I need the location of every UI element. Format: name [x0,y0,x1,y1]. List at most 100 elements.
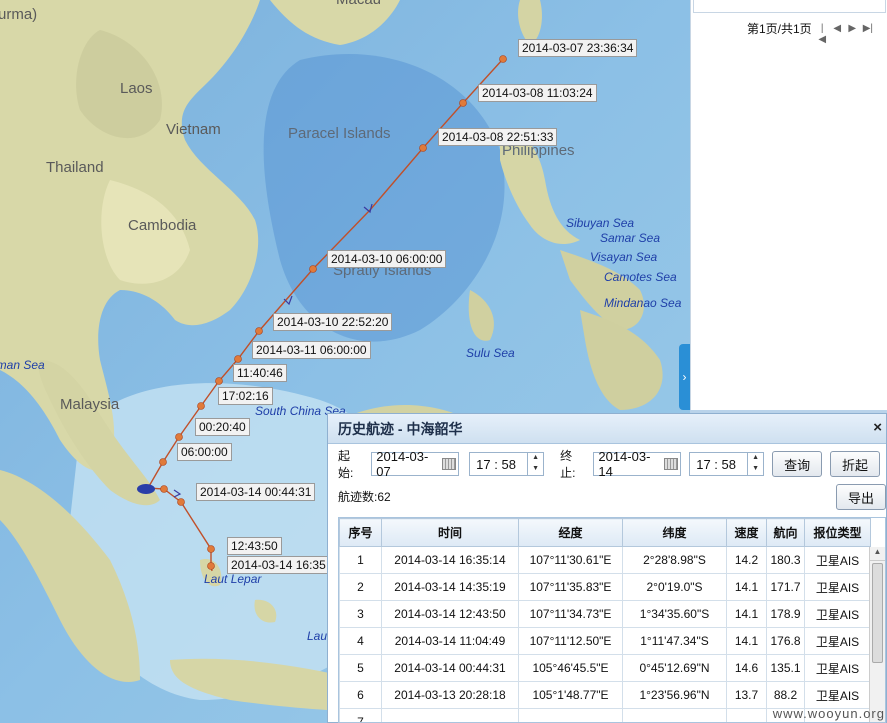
end-date-input[interactable]: 2014-03-14 [593,449,682,479]
table-cell: 105°46'45.5"E [518,654,623,682]
sea-label: Lau [307,629,328,643]
table-cell: 2 [339,573,382,601]
calendar-icon[interactable] [664,458,679,470]
query-button[interactable]: 查询 [772,451,823,477]
track-time-label: 2014-03-10 06:00:00 [327,250,447,268]
column-header[interactable]: 序号 [339,518,382,547]
sea-label: aman Sea [0,358,45,372]
table-cell: 171.7 [766,573,805,601]
sea-label: Mindanao Sea [604,296,682,310]
table-row[interactable]: 2 2014-03-14 14:35:19 107°11'35.83"E 2°0'19… [339,573,871,601]
table-row[interactable]: 1 2014-03-14 16:35:14 107°11'30.61"E 2°28'8… [339,546,871,574]
track-time-label: 2014-03-08 22:51:33 [438,128,558,146]
table-cell: 卫星AIS [804,546,871,574]
table-cell: 6 [339,681,382,709]
table-cell [622,708,727,722]
table-cell: 107°11'34.73"E [518,600,623,628]
column-header[interactable]: 航向 [766,518,805,547]
table-cell: 107°11'12.50"E [518,627,623,655]
table-row[interactable]: 6 2014-03-13 20:28:18 105°1'48.77"E 1°23'56… [339,681,871,709]
spin-down-icon[interactable]: ▼ [528,464,543,475]
track-time-label: 2014-03-11 06:00:00 [252,341,371,359]
column-header[interactable]: 纬度 [622,518,727,547]
time-spinner[interactable]: ▲ ▼ [527,453,543,475]
start-date-input[interactable]: 2014-03-07 [371,449,460,479]
table-cell: 2014-03-14 12:43:50 [381,600,519,628]
table-cell: 1°34'35.60"S [622,600,727,628]
result-side-panel: 第1页/共1页 |◀ ◀ ▶ ▶| [690,0,887,410]
table-cell: 1°11'47.34"S [622,627,727,655]
pager: 第1页/共1页 |◀ ◀ ▶ ▶| [747,20,873,45]
table-cell: 2014-03-14 00:44:31 [381,654,519,682]
table-cell: 卫星AIS [804,600,871,628]
export-button[interactable]: 导出 [836,484,886,510]
history-track-dialog: 历史航迹 - 中海韶华 × 起始: 2014-03-07 17 : 58 ▲ ▼ 终… [327,413,887,723]
column-header[interactable]: 经度 [518,518,623,547]
end-time-input[interactable]: 17 : 58 ▲ ▼ [689,452,765,476]
close-icon[interactable]: × [873,419,882,436]
track-time-label: 2014-03-14 00:44:31 [196,483,316,501]
column-header[interactable]: 速度 [726,518,767,547]
scroll-up-icon[interactable]: ▲ [870,547,885,561]
start-time-input[interactable]: 17 : 58 ▲ ▼ [469,452,545,476]
table-cell [518,708,623,722]
table-row[interactable]: 3 2014-03-14 12:43:50 107°11'34.73"E 1°34'3… [339,600,871,628]
spin-down-icon[interactable]: ▼ [748,464,763,475]
table-cell [381,708,519,722]
track-time-label: 2014-03-10 22:52:20 [273,313,393,331]
table-row[interactable]: 4 2014-03-14 11:04:49 107°11'12.50"E 1°11'4… [339,627,871,655]
table-cell: 卫星AIS [804,681,871,709]
place-label: Macau [336,0,381,8]
table-cell [726,708,767,722]
sea-label: Sulu Sea [466,346,515,360]
sea-label: Samar Sea [600,231,661,245]
table-scrollbar[interactable]: ▲ [869,547,885,722]
table-row[interactable]: 5 2014-03-14 00:44:31 105°46'45.5"E 0°45'12… [339,654,871,682]
start-date-value: 2014-03-07 [376,449,429,479]
place-label: Thailand [46,159,104,176]
table-cell: 1 [339,546,382,574]
end-date-value: 2014-03-14 [598,449,651,479]
spin-up-icon[interactable]: ▲ [748,453,763,464]
table-cell: 14.1 [726,627,767,655]
page-info: 第1页/共1页 [747,22,812,36]
last-page-icon[interactable]: ▶| [863,23,873,34]
table-cell: 7 [339,708,382,722]
chevron-right-icon: › [682,370,687,384]
next-page-icon[interactable]: ▶ [848,23,857,34]
column-header[interactable]: 时间 [381,518,519,547]
spin-up-icon[interactable]: ▲ [528,453,543,464]
time-spinner[interactable]: ▲ ▼ [747,453,763,475]
table-cell: 14.2 [726,546,767,574]
place-label: urma) [0,6,38,23]
expand-panel-button[interactable]: › [679,344,690,410]
query-bar: 起始: 2014-03-07 17 : 58 ▲ ▼ 终止: 2014-03-14 … [338,449,880,480]
table-cell: 卫星AIS [804,627,871,655]
table-cell: 176.8 [766,627,805,655]
fold-button[interactable]: 折起 [830,451,880,477]
track-time-label: 12:43:50 [227,537,282,555]
table-cell: 卫星AIS [804,573,871,601]
start-label: 起始: [338,449,354,480]
watermark: www.wooyun.org [772,706,885,721]
column-header[interactable]: 报位类型 [804,518,871,547]
end-label: 终止: [560,449,576,480]
dialog-header[interactable]: 历史航迹 - 中海韶华 × [328,414,886,444]
first-page-icon[interactable]: |◀ [818,23,827,45]
table-cell: 14.6 [726,654,767,682]
place-label: Malaysia [60,396,120,413]
prev-page-icon[interactable]: ◀ [833,23,842,34]
calendar-icon[interactable] [442,458,457,470]
table-cell: 3 [339,600,382,628]
table-cell: 135.1 [766,654,805,682]
table-cell: 0°45'12.69"N [622,654,727,682]
scroll-thumb[interactable] [872,563,883,663]
table-cell: 2°0'19.0"S [622,573,727,601]
sea-label: Laut Lepar [204,572,262,586]
table-cell: 88.2 [766,681,805,709]
table-cell: 180.3 [766,546,805,574]
table-cell: 13.7 [726,681,767,709]
start-time-value: 17 : 58 [476,456,516,472]
table-cell: 105°1'48.77"E [518,681,623,709]
table-cell: 14.1 [726,573,767,601]
